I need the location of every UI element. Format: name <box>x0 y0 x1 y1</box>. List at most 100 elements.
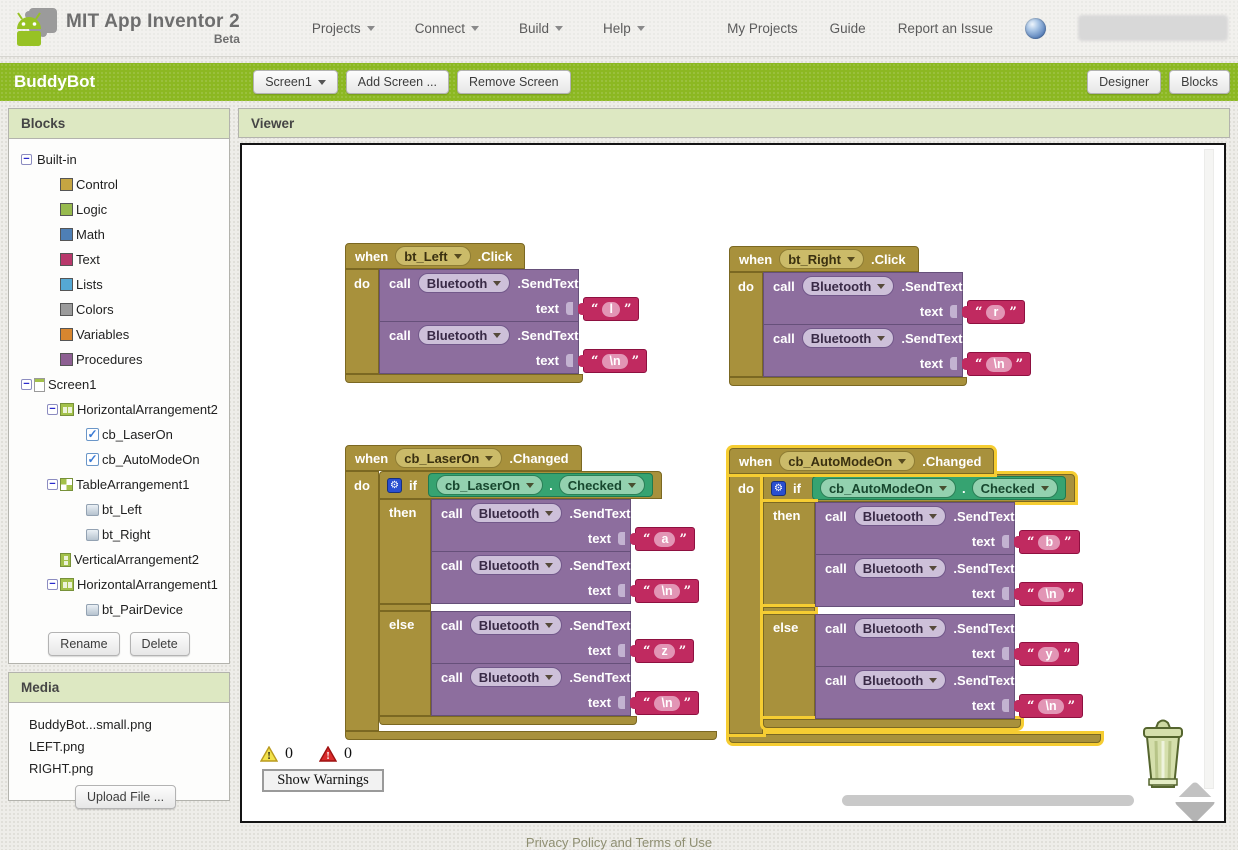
tree-item-Control[interactable]: Control <box>9 172 229 197</box>
tree-item-Logic[interactable]: Logic <box>9 197 229 222</box>
text-string-block[interactable]: “\n” <box>1013 694 1084 718</box>
link-my-projects[interactable]: My Projects <box>727 21 798 36</box>
tree-item-Lists[interactable]: Lists <box>9 272 229 297</box>
text-string-block[interactable]: “l” <box>577 297 640 321</box>
media-file[interactable]: BuddyBot...small.png <box>29 713 229 735</box>
add-screen-button[interactable]: Add Screen ... <box>345 70 449 94</box>
text-string-block[interactable]: “\n” <box>577 349 648 373</box>
text-string-block[interactable]: “b” <box>1014 530 1080 554</box>
component-dropdown[interactable]: cb_LaserOn <box>395 448 503 468</box>
tree-toggle[interactable]: − <box>19 379 34 390</box>
link-report-issue[interactable]: Report an Issue <box>898 21 993 36</box>
call-sendtext-block[interactable]: call Bluetooth .SendText text “z” <box>431 611 695 664</box>
tree-item-cb_AutoModeOn[interactable]: ✓ cb_AutoModeOn <box>9 447 229 472</box>
collapse-icon[interactable]: − <box>47 579 58 590</box>
string-value[interactable]: l <box>602 301 620 317</box>
string-value[interactable]: r <box>986 304 1006 320</box>
component-dropdown[interactable]: Bluetooth <box>853 670 947 690</box>
trash-can-icon[interactable] <box>1132 717 1194 791</box>
string-value[interactable]: \n <box>654 583 680 599</box>
text-string-block[interactable]: “\n” <box>629 579 700 603</box>
event-block-bt_Left-click[interactable]: when bt_Left .Click do call Bluetooth .SendTex… <box>345 243 648 383</box>
component-dropdown[interactable]: Bluetooth <box>469 615 563 635</box>
tree-toggle[interactable]: − <box>45 579 60 590</box>
component-dropdown[interactable]: Bluetooth <box>417 273 511 293</box>
checked-getter-block[interactable]: cb_AutoModeOn. Checked <box>811 476 1066 500</box>
event-block-cb_LaserOn-changed[interactable]: when cb_LaserOn .Changed do ⚙ if cb_LaserOn. Ch… <box>345 445 717 740</box>
collapse-icon[interactable]: − <box>21 154 32 165</box>
call-sendtext-block[interactable]: call Bluetooth .SendText text “y” <box>815 614 1079 667</box>
tree-item-bt_Right[interactable]: bt_Right <box>9 522 229 547</box>
property-dropdown[interactable]: Checked <box>971 478 1058 498</box>
call-sendtext-block[interactable]: call Bluetooth .SendText text “\n” <box>431 664 700 716</box>
delete-button[interactable]: Delete <box>129 632 190 656</box>
string-value[interactable]: b <box>1038 534 1061 550</box>
string-value[interactable]: \n <box>602 353 628 369</box>
mutator-gear-icon[interactable]: ⚙ <box>387 477 402 493</box>
component-dropdown[interactable]: cb_AutoModeOn <box>819 478 956 498</box>
link-guide[interactable]: Guide <box>830 21 866 36</box>
component-dropdown[interactable]: cb_AutoModeOn <box>779 451 916 471</box>
component-dropdown[interactable]: Bluetooth <box>469 555 563 575</box>
call-sendtext-block[interactable]: call Bluetooth .SendText text “l” <box>379 269 640 322</box>
call-sendtext-block[interactable]: call Bluetooth .SendText text “\n” <box>379 322 648 374</box>
tree-item-VerticalArrangement2[interactable]: VerticalArrangement2 <box>9 547 229 572</box>
language-globe-icon[interactable] <box>1025 17 1046 39</box>
string-value[interactable]: z <box>654 643 675 659</box>
text-string-block[interactable]: “a” <box>630 527 695 551</box>
tree-item-cb_LaserOn[interactable]: ✓ cb_LaserOn <box>9 422 229 447</box>
component-dropdown[interactable]: Bluetooth <box>469 667 563 687</box>
component-dropdown[interactable]: Bluetooth <box>853 506 947 526</box>
remove-screen-button[interactable]: Remove Screen <box>457 70 571 94</box>
tree-item-HorizontalArrangement1[interactable]: − HorizontalArrangement1 <box>9 572 229 597</box>
tree-item-Colors[interactable]: Colors <box>9 297 229 322</box>
tree-item-Procedures[interactable]: Procedures <box>9 347 229 372</box>
event-block-bt_Right-click[interactable]: when bt_Right .Click do call Bluetooth .SendTe… <box>729 246 1032 386</box>
show-warnings-button[interactable]: Show Warnings <box>262 769 384 792</box>
property-dropdown[interactable]: Checked <box>558 475 645 495</box>
if-block[interactable]: ⚙ if cb_LaserOn. Checked then call Bluetooth .S… <box>379 471 700 725</box>
call-sendtext-block[interactable]: call Bluetooth .SendText text “\n” <box>815 555 1084 607</box>
tree-item-Built-in[interactable]: − Built-in <box>9 147 229 172</box>
menu-help[interactable]: Help <box>603 21 645 36</box>
tree-item-Screen1[interactable]: − Screen1 <box>9 372 229 397</box>
component-dropdown[interactable]: Bluetooth <box>853 618 947 638</box>
tree-toggle[interactable]: − <box>45 404 60 415</box>
string-value[interactable]: \n <box>1038 698 1064 714</box>
call-sendtext-block[interactable]: call Bluetooth .SendText text “\n” <box>431 552 700 604</box>
string-value[interactable]: y <box>1038 646 1060 662</box>
tree-item-Math[interactable]: Math <box>9 222 229 247</box>
designer-button[interactable]: Designer <box>1087 70 1162 94</box>
tree-toggle[interactable]: − <box>19 154 34 165</box>
text-string-block[interactable]: “r” <box>962 300 1025 324</box>
text-string-block[interactable]: “\n” <box>629 691 700 715</box>
component-dropdown[interactable]: bt_Left <box>395 246 471 266</box>
string-value[interactable]: \n <box>986 356 1012 372</box>
menu-build[interactable]: Build <box>519 21 564 36</box>
collapse-icon[interactable]: − <box>21 379 32 390</box>
tree-item-Text[interactable]: Text <box>9 247 229 272</box>
event-block-cb_AutoModeOn-changed[interactable]: when cb_AutoModeOn .Changed do ⚙ if cb_AutoMod… <box>729 448 1101 743</box>
component-dropdown[interactable]: Bluetooth <box>469 503 563 523</box>
user-account-redacted[interactable] <box>1078 15 1228 41</box>
media-file[interactable]: LEFT.png <box>29 735 229 757</box>
blocks-canvas[interactable]: ! 0 ! 0 Show Warnings when bt_Left .Clic… <box>242 145 1224 821</box>
component-dropdown[interactable]: Bluetooth <box>417 325 511 345</box>
string-value[interactable]: a <box>654 531 676 547</box>
text-string-block[interactable]: “z” <box>629 639 695 663</box>
tree-item-bt_PairDevice[interactable]: bt_PairDevice <box>9 597 229 622</box>
call-sendtext-block[interactable]: call Bluetooth .SendText text “\n” <box>815 667 1084 719</box>
if-block[interactable]: ⚙ if cb_AutoModeOn. Checked then call Bluetoot… <box>763 474 1084 728</box>
collapse-icon[interactable]: − <box>47 404 58 415</box>
call-sendtext-block[interactable]: call Bluetooth .SendText text “\n” <box>763 325 1032 377</box>
tree-item-TableArrangement1[interactable]: − TableArrangement1 <box>9 472 229 497</box>
text-string-block[interactable]: “\n” <box>1013 582 1084 606</box>
tree-item-bt_Left[interactable]: bt_Left <box>9 497 229 522</box>
blocks-button[interactable]: Blocks <box>1169 70 1230 94</box>
call-sendtext-block[interactable]: call Bluetooth .SendText text “b” <box>815 502 1080 555</box>
horizontal-scrollbar-thumb[interactable] <box>842 795 1134 806</box>
tree-item-Variables[interactable]: Variables <box>9 322 229 347</box>
component-dropdown[interactable]: bt_Right <box>779 249 864 269</box>
rename-button[interactable]: Rename <box>48 632 120 656</box>
mutator-gear-icon[interactable]: ⚙ <box>771 480 786 496</box>
